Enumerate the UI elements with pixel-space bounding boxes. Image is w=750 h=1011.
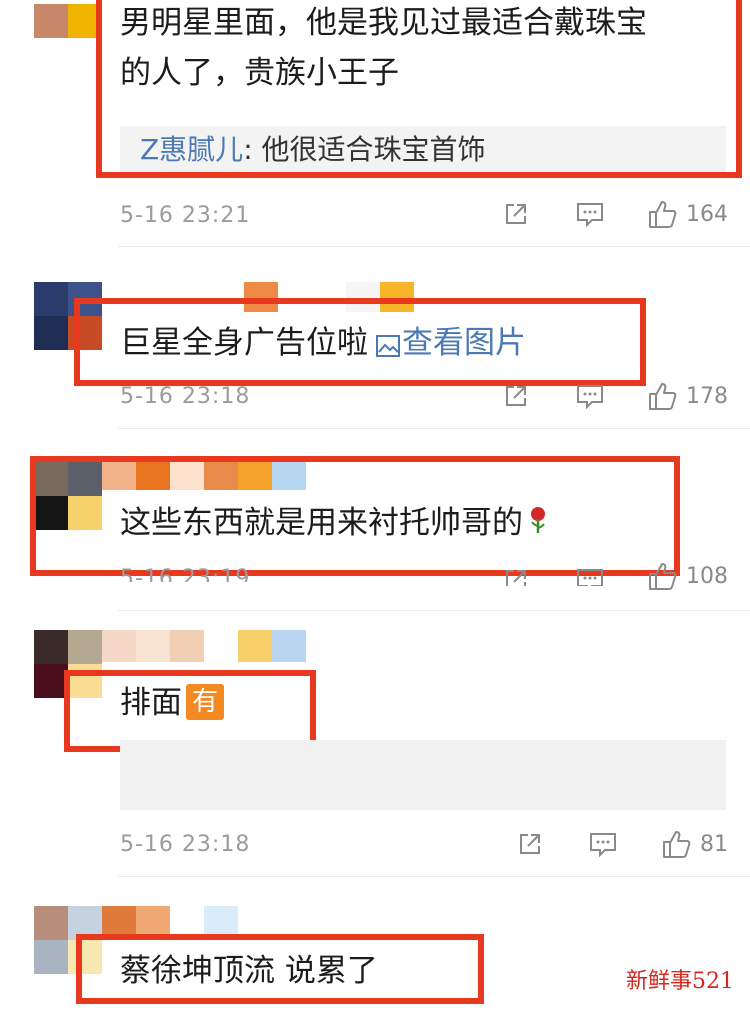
watermark: 新鲜事521 (626, 969, 734, 994)
highlight-box (30, 456, 680, 576)
like-count: 164 (686, 201, 728, 227)
comment-button[interactable] (575, 566, 605, 586)
comment-time: 5-16 23:19 (120, 566, 250, 582)
like-button[interactable]: 81 (660, 828, 728, 860)
share-icon (506, 386, 526, 406)
divider (118, 428, 750, 429)
divider (118, 610, 750, 611)
like-count: 178 (686, 383, 728, 409)
divider (118, 246, 750, 247)
comment-time-text: 5-16 23:19 (120, 566, 251, 582)
comment-time: 5-16 23:21 (120, 203, 251, 228)
divider (118, 876, 750, 877)
blurred-content (120, 740, 726, 810)
like-count: 81 (700, 831, 728, 857)
highlight-box (96, 0, 742, 178)
comment-time: 5-16 23:18 (120, 832, 251, 857)
comment-time: 5-16 23:18 (120, 384, 251, 409)
comment-icon (577, 569, 603, 586)
share-button[interactable] (516, 830, 544, 858)
username-blurred[interactable] (102, 630, 312, 662)
like-count: 108 (686, 563, 728, 589)
comment-icon (577, 385, 603, 410)
like-button[interactable]: 178 (646, 380, 728, 412)
highlight-box (76, 934, 484, 1004)
share-icon (520, 834, 540, 854)
like-icon (649, 201, 677, 228)
comment-icon (577, 203, 603, 228)
like-button[interactable]: 164 (646, 198, 728, 230)
comment-button[interactable] (575, 382, 605, 410)
share-icon (506, 204, 526, 224)
like-icon (663, 831, 691, 858)
avatar[interactable] (34, 4, 102, 38)
share-button[interactable] (502, 382, 530, 410)
comment-button[interactable] (575, 200, 605, 228)
like-icon (649, 563, 677, 590)
share-button[interactable] (502, 566, 530, 586)
like-icon (649, 383, 677, 410)
share-icon (506, 570, 526, 586)
share-button[interactable] (502, 200, 530, 228)
comment-icon (590, 833, 616, 858)
like-button[interactable]: 108 (646, 560, 728, 592)
comment-button[interactable] (588, 830, 618, 858)
highlight-box (74, 298, 646, 386)
